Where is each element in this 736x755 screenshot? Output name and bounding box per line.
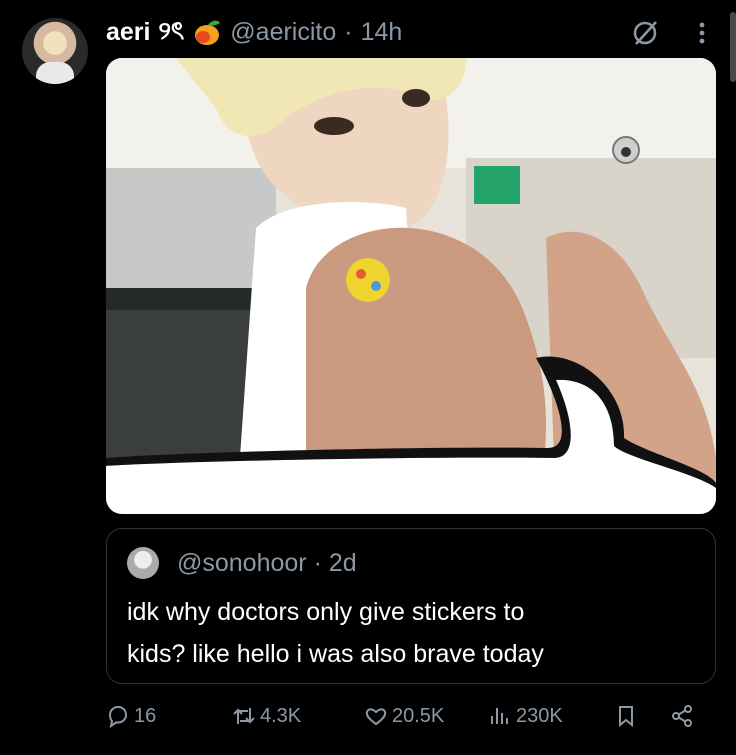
separator: · — [344, 17, 353, 46]
heart-icon — [365, 708, 387, 726]
post-image[interactable] — [106, 58, 716, 514]
reply-icon — [108, 705, 128, 728]
repost-count: 4.3K — [260, 704, 302, 727]
reply-button[interactable]: 16 — [106, 704, 156, 728]
share-icon — [672, 705, 692, 727]
post-header: aeri ୨ৎ @aericito · 14h — [106, 14, 402, 50]
reply-count: 16 — [134, 704, 157, 727]
like-button[interactable]: 20.5K — [364, 704, 444, 728]
author-name[interactable]: aeri — [106, 18, 150, 47]
quoted-header: @sonohoor · 2d — [177, 549, 357, 578]
views-count: 230K — [516, 704, 563, 727]
more-options-icon[interactable] — [688, 18, 716, 48]
author-avatar[interactable] — [22, 18, 88, 84]
author-name-suffix: ୨ৎ — [158, 16, 185, 45]
grok-icon[interactable] — [630, 18, 660, 48]
scrollbar[interactable] — [730, 12, 736, 82]
like-count: 20.5K — [392, 704, 445, 727]
quoted-author-avatar[interactable] — [127, 547, 159, 579]
quoted-handle[interactable]: @sonohoor — [177, 549, 307, 577]
repost-icon — [233, 708, 255, 724]
post-time[interactable]: 14h — [361, 18, 403, 47]
views-icon — [491, 708, 508, 724]
quoted-time[interactable]: 2d — [329, 549, 357, 577]
repost-button[interactable]: 4.3K — [232, 704, 301, 728]
quoted-post[interactable]: @sonohoor · 2d idk why doctors only give… — [106, 528, 716, 684]
quoted-text: idk why doctors only give stickers to ki… — [127, 598, 544, 668]
author-handle[interactable]: @aericito — [230, 18, 336, 47]
action-bar: 16 4.3K 20.5K 230K — [106, 704, 716, 740]
bookmark-icon — [619, 706, 633, 728]
mango-icon — [195, 20, 221, 45]
quoted-separator: · — [313, 549, 322, 577]
bookmark-button[interactable] — [614, 704, 638, 728]
share-button[interactable] — [670, 704, 694, 728]
views-button[interactable]: 230K — [488, 704, 563, 728]
